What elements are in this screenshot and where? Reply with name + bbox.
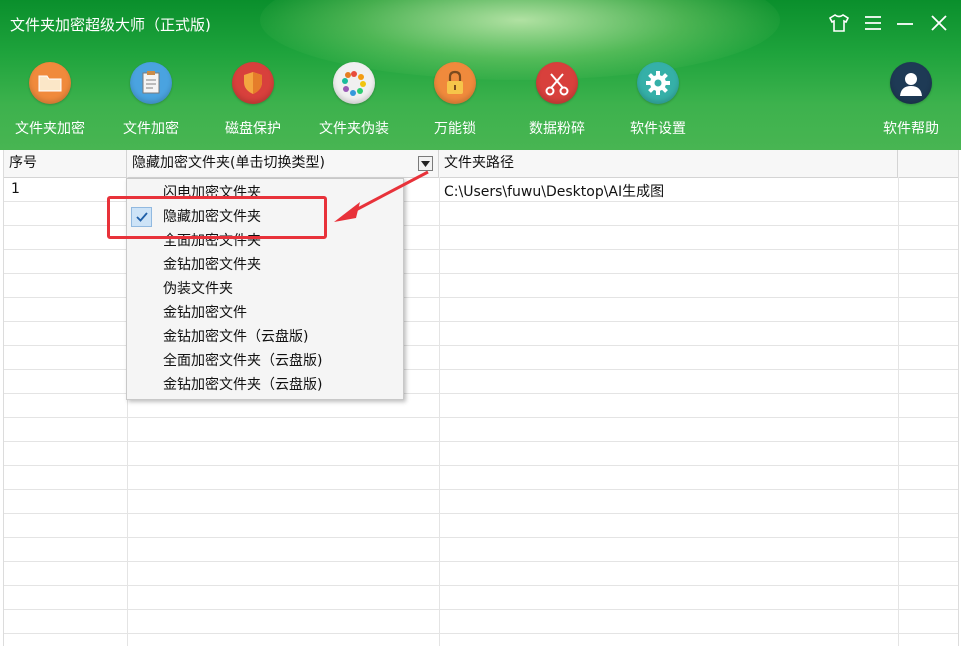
menu-button[interactable] <box>860 10 886 36</box>
lock-icon <box>434 62 476 104</box>
toolbar-label: 软件设置 <box>630 121 686 137</box>
window-title: 文件夹加密超级大师（正式版) <box>10 16 211 34</box>
toolbar-label: 软件帮助 <box>883 121 939 137</box>
user-icon <box>890 62 932 104</box>
hamburger-icon <box>865 16 881 30</box>
row-divider <box>4 465 958 466</box>
menu-item[interactable]: 金钻加密文件夹（云盘版) <box>127 373 403 397</box>
toolbar-disk-protect[interactable]: 磁盘保护 <box>203 62 303 138</box>
row-divider <box>4 489 958 490</box>
shield-icon <box>232 62 274 104</box>
menu-item[interactable]: 金钻加密文件夹 <box>127 253 403 277</box>
table-header: 序号 隐藏加密文件夹(单击切换类型) 文件夹路径 <box>4 150 958 178</box>
column-divider <box>439 177 440 646</box>
row-index[interactable]: 1 <box>11 181 20 197</box>
annotation-arrow <box>334 170 429 222</box>
toolbar-label: 磁盘保护 <box>225 121 281 137</box>
row-divider <box>4 609 958 610</box>
toolbar-label: 数据粉碎 <box>529 121 585 137</box>
toolbar-universal-lock[interactable]: 万能锁 <box>405 62 505 138</box>
toolbar-folder-disguise[interactable]: 文件夹伪装 <box>304 62 404 138</box>
title-bar: 文件夹加密超级大师（正式版) 文件夹加密 文件加密 磁盘保护 文件夹伪装 万能锁… <box>0 0 961 150</box>
column-divider <box>898 177 899 646</box>
row-divider <box>4 633 958 634</box>
chevron-down-icon <box>421 160 430 167</box>
column-header-index[interactable]: 序号 <box>4 150 127 177</box>
scissors-icon <box>536 62 578 104</box>
row-divider <box>4 585 958 586</box>
toolbar-label: 万能锁 <box>434 121 476 137</box>
menu-item[interactable]: 金钻加密文件 <box>127 301 403 325</box>
type-dropdown-button[interactable] <box>418 156 433 171</box>
gear-icon <box>637 62 679 104</box>
tshirt-icon <box>828 14 850 32</box>
toolbar-settings[interactable]: 软件设置 <box>608 62 708 138</box>
row-divider <box>4 441 958 442</box>
toolbar-folder-encrypt[interactable]: 文件夹加密 <box>0 62 100 138</box>
annotation-highlight-box <box>107 196 327 239</box>
toolbar-data-shred[interactable]: 数据粉碎 <box>507 62 607 138</box>
toolbar-help[interactable]: 软件帮助 <box>861 62 961 138</box>
toolbar-label: 文件夹加密 <box>15 121 85 137</box>
menu-item[interactable]: 全面加密文件夹（云盘版) <box>127 349 403 373</box>
row-divider <box>4 537 958 538</box>
menu-item[interactable]: 伪装文件夹 <box>127 277 403 301</box>
toolbar-file-encrypt[interactable]: 文件加密 <box>101 62 201 138</box>
row-divider <box>4 417 958 418</box>
toolbar-label: 文件夹伪装 <box>319 121 389 137</box>
close-icon <box>931 15 947 31</box>
minimize-button[interactable] <box>892 10 918 36</box>
row-divider <box>4 561 958 562</box>
row-path[interactable]: C:\Users\fuwu\Desktop\AI生成图 <box>444 181 664 201</box>
row-divider <box>4 513 958 514</box>
close-button[interactable] <box>926 10 952 36</box>
menu-item[interactable]: 金钻加密文件（云盘版) <box>127 325 403 349</box>
palette-icon <box>333 62 375 104</box>
folder-icon <box>29 62 71 104</box>
document-icon <box>130 62 172 104</box>
minimize-icon <box>897 23 913 25</box>
skin-button[interactable] <box>826 10 852 36</box>
column-header-path[interactable]: 文件夹路径 <box>439 150 898 177</box>
toolbar-label: 文件加密 <box>123 121 179 137</box>
